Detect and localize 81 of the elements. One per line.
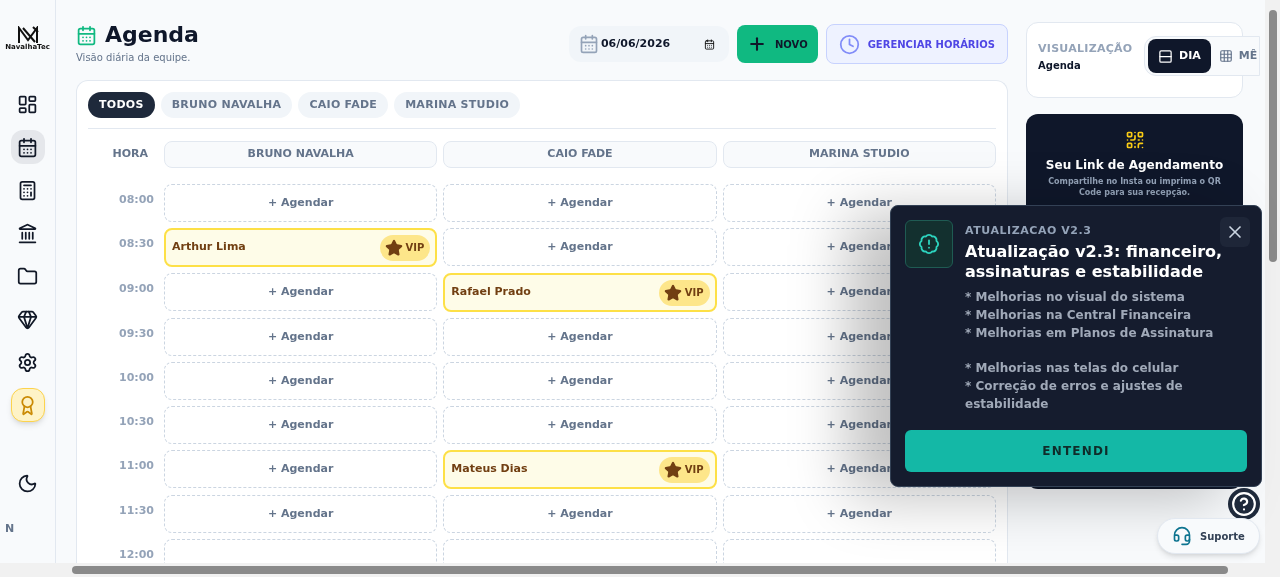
time-label: 10:30 <box>118 414 155 430</box>
schedule-slot[interactable]: + Agendar <box>164 184 438 222</box>
time-label: 08:00 <box>118 192 155 208</box>
time-label: 10:00 <box>118 370 155 386</box>
time-label: 09:00 <box>118 281 155 297</box>
column-header: MARINA STUDIO <box>722 141 996 168</box>
clock-icon <box>838 33 860 55</box>
manage-hours-button[interactable]: GERENCIAR HORÁRIOS <box>825 24 1008 64</box>
star-icon <box>663 283 682 302</box>
schedule-slot[interactable]: + Agendar <box>164 362 438 400</box>
schedule-slot[interactable]: + Agendar <box>164 450 438 488</box>
appointment-card[interactable]: Rafael Prado VIP <box>443 273 717 312</box>
page-title: Agenda <box>105 22 199 48</box>
schedule-slot[interactable]: + Agendar <box>443 406 717 444</box>
help-button[interactable] <box>1228 488 1260 520</box>
time-label: 12:00 <box>118 547 155 563</box>
card-title: Seu Link de Agendamento <box>1045 157 1224 174</box>
date-field[interactable]: 06/06/2026 <box>568 26 729 62</box>
dashboard-icon <box>17 93 38 115</box>
diamond-icon <box>17 308 38 330</box>
calendar-icon <box>17 136 38 158</box>
schedule-slot[interactable]: + Agendar <box>443 362 717 400</box>
schedule-slot[interactable]: + Agendar <box>164 273 438 311</box>
star-icon <box>663 460 682 479</box>
hour-header: HORA <box>111 146 149 163</box>
acknowledge-button[interactable]: ENTENDI <box>905 429 1247 472</box>
schedule-slot[interactable]: + Agendar <box>164 495 438 533</box>
bank-icon <box>17 222 38 244</box>
schedule-slot[interactable]: + Agendar <box>443 228 717 266</box>
settings-icon <box>17 351 38 373</box>
calendar-picker-icon <box>703 38 715 50</box>
appointment-card[interactable]: Mateus Dias VIP <box>443 450 717 489</box>
time-label: 11:30 <box>118 503 155 519</box>
time-label: 08:30 <box>118 236 155 252</box>
view-label: VISUALIZAÇÃO <box>1038 41 1133 57</box>
client-name: Arthur Lima <box>172 239 246 256</box>
schedule-slot[interactable]: + Agendar <box>443 318 717 356</box>
appointment-card[interactable]: Arthur Lima VIP <box>164 228 438 267</box>
vip-badge: VIP <box>658 279 710 306</box>
qr-code-icon <box>1124 130 1145 150</box>
vertical-scrollbar[interactable] <box>1265 0 1280 563</box>
close-button[interactable] <box>1220 217 1250 247</box>
card-description: Compartilhe no Insta ou imprima o QR Code para sua recepção. <box>1047 176 1222 198</box>
nav-item[interactable] <box>10 130 45 164</box>
moon-icon <box>17 473 38 494</box>
column-header: BRUNO NAVALHA <box>164 141 438 168</box>
view-option[interactable]: DIA <box>1148 39 1211 73</box>
filter-tab[interactable]: BRUNO NAVALHA <box>160 92 293 118</box>
filter-tab[interactable]: TODOS <box>88 92 155 118</box>
schedule-slot[interactable]: + Agendar <box>722 495 996 533</box>
horizontal-scrollbar[interactable] <box>0 563 1280 577</box>
filter-tab[interactable]: MARINA STUDIO <box>394 92 521 118</box>
headset-icon <box>1172 526 1192 546</box>
logo-icon <box>16 26 39 44</box>
schedule-slot[interactable]: + Agendar <box>164 406 438 444</box>
time-label: 11:00 <box>118 458 155 474</box>
view-option[interactable]: MÊ <box>1212 39 1260 73</box>
client-name: Rafael Prado <box>451 284 531 301</box>
schedule-slot[interactable]: + Agendar <box>443 495 717 533</box>
support-button[interactable]: Suporte <box>1157 518 1260 554</box>
alert-icon <box>918 233 940 255</box>
client-name: Mateus Dias <box>451 461 528 478</box>
star-icon <box>384 238 403 257</box>
rows-icon <box>1158 48 1173 64</box>
calendar-icon <box>578 34 599 54</box>
vip-badge: VIP <box>658 456 710 483</box>
page-subtitle: Visão diária da equipe. <box>76 51 192 65</box>
new-button[interactable]: NOVO <box>736 25 818 63</box>
help-icon <box>1231 491 1257 517</box>
filter-tab[interactable]: CAIO FADE <box>298 92 389 118</box>
view-value: Agenda <box>1038 58 1081 73</box>
vip-badge: VIP <box>379 234 431 261</box>
calculator-icon <box>17 179 38 201</box>
grid-icon <box>1218 49 1233 63</box>
calendar-icon <box>76 24 97 46</box>
schedule-slot[interactable]: + Agendar <box>443 184 717 222</box>
time-label: 09:30 <box>118 326 155 342</box>
column-header: CAIO FADE <box>443 141 717 168</box>
user-initial: N <box>5 520 15 537</box>
schedule-slot[interactable]: + Agendar <box>164 318 438 356</box>
folder-icon <box>17 265 38 287</box>
